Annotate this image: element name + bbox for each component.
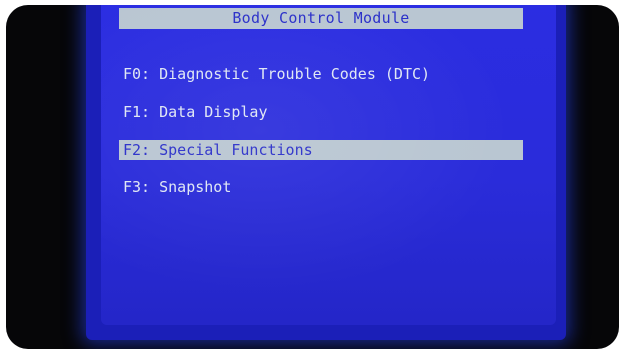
screen-title: Body Control Module bbox=[119, 8, 523, 29]
menu-item-snapshot[interactable]: F3: Snapshot bbox=[119, 177, 523, 197]
menu-item-data-display[interactable]: F1: Data Display bbox=[119, 102, 523, 122]
menu-item-special-functions[interactable]: F2: Special Functions bbox=[119, 140, 523, 160]
device-photo: Body Control Module F0: Diagnostic Troub… bbox=[6, 5, 619, 349]
menu-item-diagnostic-trouble-codes[interactable]: F0: Diagnostic Trouble Codes (DTC) bbox=[119, 64, 523, 84]
lcd-screen: Body Control Module F0: Diagnostic Troub… bbox=[101, 5, 556, 325]
